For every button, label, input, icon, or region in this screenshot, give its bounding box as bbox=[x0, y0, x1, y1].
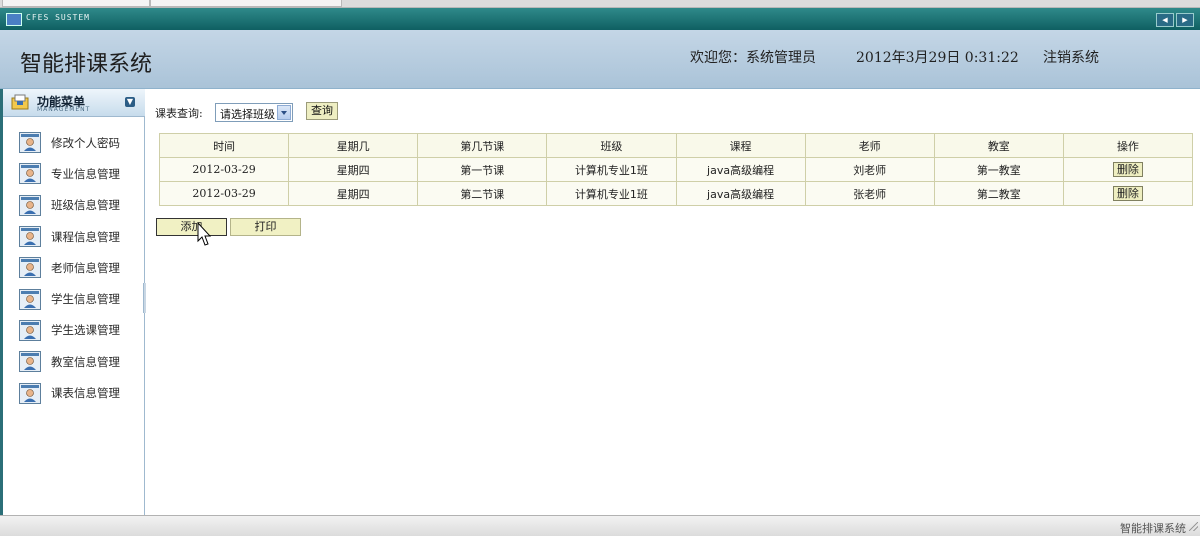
scroll-right-icon[interactable]: ▶ bbox=[1176, 13, 1194, 27]
class-select-value: 请选择班级 bbox=[220, 108, 275, 121]
cell-weekday: 星期四 bbox=[288, 157, 419, 182]
sidebar-item-label: 老师信息管理 bbox=[51, 260, 120, 275]
menu-list: 修改个人密码 专业信息管理 班级信息管理 课程信息管理 老师信息管理 学生信息管… bbox=[3, 127, 145, 409]
cell-teacher: 刘老师 bbox=[804, 157, 935, 182]
status-text: 智能排课系统 bbox=[1120, 522, 1186, 535]
cell-period: 第二节课 bbox=[417, 181, 548, 206]
column-header: 星期几 bbox=[288, 133, 419, 158]
browser-tab[interactable] bbox=[2, 0, 150, 7]
app-window-icon bbox=[6, 13, 22, 26]
print-button[interactable]: 打印 bbox=[230, 218, 301, 236]
user-profile-icon bbox=[19, 163, 41, 185]
user-profile-icon bbox=[19, 194, 41, 216]
user-profile-icon bbox=[19, 257, 41, 279]
delete-button[interactable]: 删除 bbox=[1112, 186, 1143, 201]
welcome-text: 欢迎您：系统管理员 bbox=[690, 50, 816, 66]
column-header: 教室 bbox=[933, 133, 1064, 158]
sidebar-item-course-selection[interactable]: 学生选课管理 bbox=[3, 315, 145, 346]
current-datetime: 2012年3月29日 0:31:22 bbox=[856, 50, 1019, 66]
column-header: 操作 bbox=[1062, 133, 1194, 158]
sidebar-item-label: 课表信息管理 bbox=[51, 386, 120, 401]
sidebar-item-label: 学生选课管理 bbox=[51, 323, 120, 338]
app-header: 智能排课系统 欢迎您：系统管理员 2012年3月29日 0:31:22 注销系统 bbox=[0, 30, 1200, 89]
sidebar-item-label: 修改个人密码 bbox=[51, 135, 120, 150]
main-content: 课表查询: 请选择班级 查询 时间 星期几 第几节课 班级 课程 老师 教室 操… bbox=[146, 89, 1200, 515]
column-header: 课程 bbox=[675, 133, 806, 158]
column-header: 时间 bbox=[158, 133, 290, 158]
cell-course: java高级编程 bbox=[675, 181, 806, 206]
cell-teacher: 张老师 bbox=[804, 181, 935, 206]
table-header-row: 时间 星期几 第几节课 班级 课程 老师 教室 操作 bbox=[158, 133, 1194, 158]
sidebar-item-classroom-info[interactable]: 教室信息管理 bbox=[3, 346, 145, 377]
cell-course: java高级编程 bbox=[675, 157, 806, 182]
cell-class: 计算机专业1班 bbox=[546, 157, 677, 182]
user-profile-icon bbox=[19, 288, 41, 310]
cell-action: 删除 bbox=[1062, 181, 1194, 206]
system-title: CFES SUSTEM bbox=[26, 13, 90, 22]
sidebar-item-schedule-info[interactable]: 课表信息管理 bbox=[3, 377, 145, 408]
browser-tab-strip bbox=[0, 0, 1200, 8]
sidebar-item-label: 班级信息管理 bbox=[51, 198, 120, 213]
sidebar-item-label: 课程信息管理 bbox=[51, 229, 120, 244]
query-label: 课表查询: bbox=[155, 107, 203, 120]
sidebar-item-label: 教室信息管理 bbox=[51, 354, 120, 369]
user-profile-icon bbox=[19, 319, 41, 341]
window-controls: ◀ ▶ bbox=[1156, 13, 1194, 27]
column-header: 班级 bbox=[546, 133, 677, 158]
sidebar: 功能菜单 MANAGEMENT ▼ 修改个人密码 专业信息管理 班级信息管理 课… bbox=[0, 89, 145, 515]
page-title: 智能排课系统 bbox=[20, 52, 153, 77]
sidebar-item-major-info[interactable]: 专业信息管理 bbox=[3, 158, 145, 189]
menu-subtitle: MANAGEMENT bbox=[37, 106, 91, 113]
sidebar-item-class-info[interactable]: 班级信息管理 bbox=[3, 190, 145, 221]
chevron-down-icon[interactable] bbox=[277, 105, 291, 120]
user-profile-icon bbox=[19, 382, 41, 404]
sidebar-item-label: 学生信息管理 bbox=[51, 292, 120, 307]
class-select[interactable]: 请选择班级 bbox=[215, 103, 293, 122]
cell-room: 第一教室 bbox=[933, 157, 1064, 182]
delete-button[interactable]: 删除 bbox=[1112, 162, 1143, 177]
collapse-icon[interactable]: ▼ bbox=[125, 97, 135, 107]
table-row: 2012-03-29 星期四 第二节课 计算机专业1班 java高级编程 张老师… bbox=[158, 181, 1194, 206]
cell-action: 删除 bbox=[1062, 157, 1194, 182]
add-button[interactable]: 添加 bbox=[156, 218, 227, 236]
sidebar-item-course-info[interactable]: 课程信息管理 bbox=[3, 221, 145, 252]
logout-link[interactable]: 注销系统 bbox=[1043, 47, 1099, 67]
user-profile-icon bbox=[19, 226, 41, 248]
sidebar-item-teacher-info[interactable]: 老师信息管理 bbox=[3, 252, 145, 283]
browser-tab[interactable] bbox=[150, 0, 342, 7]
cell-time: 2012-03-29 bbox=[158, 157, 290, 182]
cell-room: 第二教室 bbox=[933, 181, 1064, 206]
cell-weekday: 星期四 bbox=[288, 181, 419, 206]
scroll-left-icon[interactable]: ◀ bbox=[1156, 13, 1174, 27]
column-header: 第几节课 bbox=[417, 133, 548, 158]
user-profile-icon bbox=[19, 351, 41, 373]
status-bar: 智能排课系统 bbox=[0, 515, 1200, 536]
window-title-bar: CFES SUSTEM ◀ ▶ bbox=[0, 8, 1200, 30]
cell-class: 计算机专业1班 bbox=[546, 181, 677, 206]
schedule-table: 时间 星期几 第几节课 班级 课程 老师 教室 操作 2012-03-29 星期… bbox=[158, 133, 1194, 206]
user-profile-icon bbox=[19, 132, 41, 154]
query-button[interactable]: 查询 bbox=[306, 102, 338, 120]
sidebar-item-change-password[interactable]: 修改个人密码 bbox=[3, 127, 145, 158]
sidebar-item-label: 专业信息管理 bbox=[51, 166, 120, 181]
column-header: 老师 bbox=[804, 133, 935, 158]
resize-grip-icon[interactable] bbox=[1189, 522, 1198, 531]
menu-folder-icon bbox=[11, 94, 29, 110]
cell-period: 第一节课 bbox=[417, 157, 548, 182]
cell-time: 2012-03-29 bbox=[158, 181, 290, 206]
table-row: 2012-03-29 星期四 第一节课 计算机专业1班 java高级编程 刘老师… bbox=[158, 157, 1194, 182]
sidebar-item-student-info[interactable]: 学生信息管理 bbox=[3, 283, 145, 314]
menu-header[interactable]: 功能菜单 MANAGEMENT ▼ bbox=[3, 89, 145, 117]
